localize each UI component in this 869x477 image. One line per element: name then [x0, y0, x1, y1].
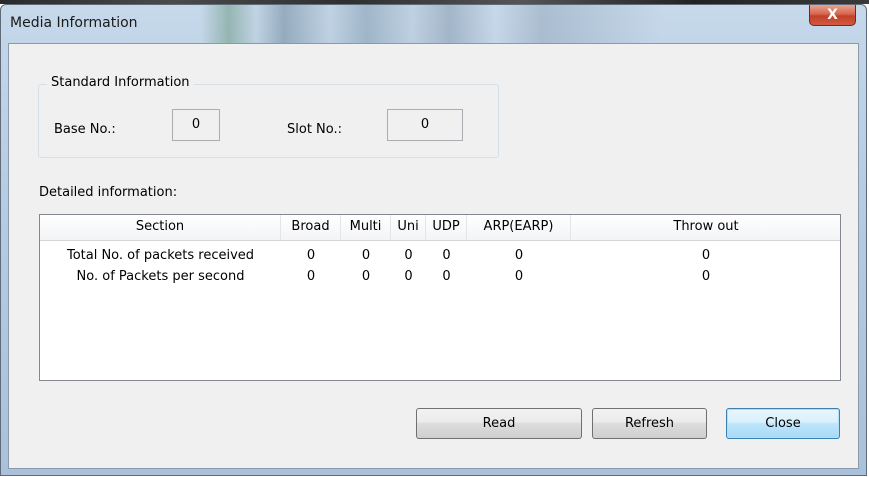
row-arp: 0 — [514, 269, 524, 284]
row-uni: 0 — [404, 248, 413, 263]
column-header-udp[interactable]: UDP — [426, 215, 467, 240]
column-header-throw-out[interactable]: Throw out — [571, 215, 841, 240]
column-header-arp[interactable]: ARP(EARP) — [467, 215, 571, 240]
column-header-multi[interactable]: Multi — [341, 215, 391, 240]
base-no-field: 0 — [172, 109, 220, 141]
close-button[interactable]: Close — [726, 408, 840, 439]
standard-information-legend: Standard Information — [47, 75, 194, 90]
row-broad: 0 — [306, 269, 316, 284]
refresh-button[interactable]: Refresh — [592, 408, 707, 439]
row-section: Total No. of packets received — [66, 248, 255, 263]
detailed-information-list[interactable]: Section Broad Multi Uni UDP ARP(EARP) Th… — [39, 214, 841, 381]
row-udp: 0 — [442, 269, 451, 284]
table-row[interactable]: No. of Packets per second 0 0 0 0 0 0 — [40, 267, 840, 287]
row-section: No. of Packets per second — [76, 269, 245, 284]
window-title: Media Information — [10, 15, 138, 31]
row-arp: 0 — [514, 248, 524, 263]
dialog-client-area: Standard Information Base No.: 0 Slot No… — [8, 43, 859, 469]
table-row[interactable]: Total No. of packets received 0 0 0 0 0 … — [40, 246, 840, 266]
title-bar[interactable]: Media Information X — [1, 5, 866, 43]
media-information-dialog: Media Information X Standard Information… — [0, 4, 867, 476]
row-udp: 0 — [442, 248, 451, 263]
row-broad: 0 — [306, 248, 316, 263]
detailed-information-label: Detailed information: — [39, 185, 178, 200]
row-multi: 0 — [361, 248, 371, 263]
row-throw-out: 0 — [701, 248, 711, 263]
row-multi: 0 — [361, 269, 371, 284]
slot-no-label: Slot No.: — [287, 122, 343, 137]
row-throw-out: 0 — [701, 269, 711, 284]
slot-no-field: 0 — [387, 109, 463, 141]
close-window-icon[interactable]: X — [809, 5, 856, 26]
row-uni: 0 — [404, 269, 413, 284]
column-header-uni[interactable]: Uni — [391, 215, 426, 240]
base-no-label: Base No.: — [54, 122, 116, 137]
list-header: Section Broad Multi Uni UDP ARP(EARP) Th… — [40, 215, 840, 241]
column-header-section[interactable]: Section — [40, 215, 281, 240]
title-bar-glass — [201, 5, 661, 43]
column-header-broad[interactable]: Broad — [281, 215, 341, 240]
read-button[interactable]: Read — [416, 408, 582, 439]
